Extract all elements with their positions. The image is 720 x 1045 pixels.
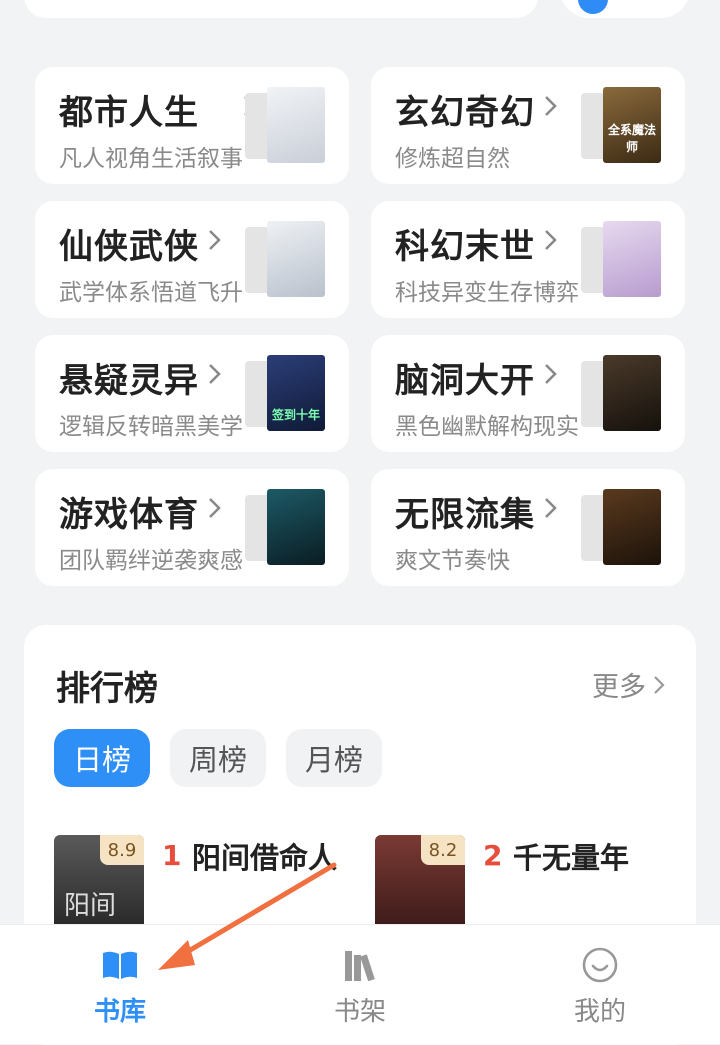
category-card[interactable]: 科幻末世 科技异变生存博弈 xyxy=(371,201,685,318)
category-card[interactable]: 游戏体育 团队羁绊逆袭爽感 xyxy=(35,469,349,586)
ranking-more-link[interactable]: 更多 xyxy=(592,665,666,704)
category-title: 都市人生 xyxy=(59,93,199,133)
category-card[interactable]: 悬疑灵异 逻辑反转暗黑美学 签到十年 xyxy=(35,335,349,452)
category-title: 无限流集 xyxy=(395,495,535,535)
category-subtitle: 修炼超自然 xyxy=(395,146,510,172)
category-title: 科幻末世 xyxy=(395,227,535,267)
category-cover xyxy=(581,355,661,433)
nav-label-shelf: 书架 xyxy=(333,997,386,1027)
more-label: 更多 xyxy=(592,672,646,703)
bottom-nav: 书库 书架 我的 xyxy=(0,924,720,1044)
book-title: 千无量年 xyxy=(513,841,630,875)
score-badge: 8.2 xyxy=(421,835,465,865)
chevron-right-icon xyxy=(545,96,557,116)
chevron-right-icon xyxy=(209,498,221,518)
nav-item-shelf[interactable]: 书架 xyxy=(240,925,480,1044)
category-card[interactable]: 都市人生 凡人视角生活叙事 xyxy=(35,67,349,184)
category-title: 玄幻奇幻 xyxy=(395,93,535,133)
category-subtitle: 武学体系悟道飞升 xyxy=(59,280,243,306)
bookshelf-icon xyxy=(345,951,375,982)
tab-daily[interactable]: 日榜 xyxy=(54,729,150,787)
category-subtitle: 团队羁绊逆袭爽感 xyxy=(59,548,243,574)
category-subtitle: 凡人视角生活叙事 xyxy=(59,146,243,172)
chevron-right-icon xyxy=(654,675,665,694)
chevron-right-icon xyxy=(545,230,557,250)
nav-item-profile[interactable]: 我的 xyxy=(480,925,720,1044)
book-title: 阳间借命人 xyxy=(192,841,338,875)
category-subtitle: 爽文节奏快 xyxy=(395,548,510,574)
category-subtitle: 黑色幽默解构现实 xyxy=(395,414,579,440)
nav-label-profile: 我的 xyxy=(573,997,626,1027)
smiley-icon xyxy=(582,947,618,983)
category-cover xyxy=(245,87,325,165)
category-title: 游戏体育 xyxy=(59,495,199,535)
category-title: 脑洞大开 xyxy=(395,361,535,401)
rank-number: 1 xyxy=(162,839,182,872)
category-cover: 签到十年 xyxy=(245,355,325,433)
ranking-book-item[interactable]: 8.2 2 千无量年 xyxy=(375,835,675,955)
ranking-book-item[interactable]: 8.9 阳间 1 阳间借命人 xyxy=(54,835,354,955)
category-cover xyxy=(581,221,661,299)
chevron-right-icon xyxy=(545,498,557,518)
category-card[interactable]: 仙侠武侠 武学体系悟道飞升 xyxy=(35,201,349,318)
category-card[interactable]: 无限流集 爽文节奏快 xyxy=(371,469,685,586)
category-cover xyxy=(245,489,325,567)
search-bar[interactable] xyxy=(24,0,538,18)
book-open-icon xyxy=(103,951,137,979)
chevron-right-icon xyxy=(209,230,221,250)
nav-item-library[interactable]: 书库 xyxy=(0,925,240,1044)
category-subtitle: 逻辑反转暗黑美学 xyxy=(59,414,243,440)
category-cover xyxy=(581,489,661,567)
category-cover xyxy=(245,221,325,299)
rank-number: 2 xyxy=(483,839,503,872)
tab-weekly[interactable]: 周榜 xyxy=(170,729,266,787)
score-badge: 8.9 xyxy=(100,835,144,865)
nav-label-library: 书库 xyxy=(93,997,146,1027)
category-title: 仙侠武侠 xyxy=(59,227,199,267)
category-subtitle: 科技异变生存博弈 xyxy=(395,280,579,306)
category-card[interactable]: 玄幻奇幻 修炼超自然 全系魔法师 xyxy=(371,67,685,184)
category-card[interactable]: 脑洞大开 黑色幽默解构现实 xyxy=(371,335,685,452)
top-action-button[interactable] xyxy=(560,0,690,18)
chevron-right-icon xyxy=(545,364,557,384)
category-cover: 全系魔法师 xyxy=(581,87,661,165)
ranking-title: 排行榜 xyxy=(56,669,158,709)
tab-monthly[interactable]: 月榜 xyxy=(286,729,382,787)
category-title: 悬疑灵异 xyxy=(59,361,199,401)
top-action-icon xyxy=(578,0,608,14)
chevron-right-icon xyxy=(209,364,221,384)
